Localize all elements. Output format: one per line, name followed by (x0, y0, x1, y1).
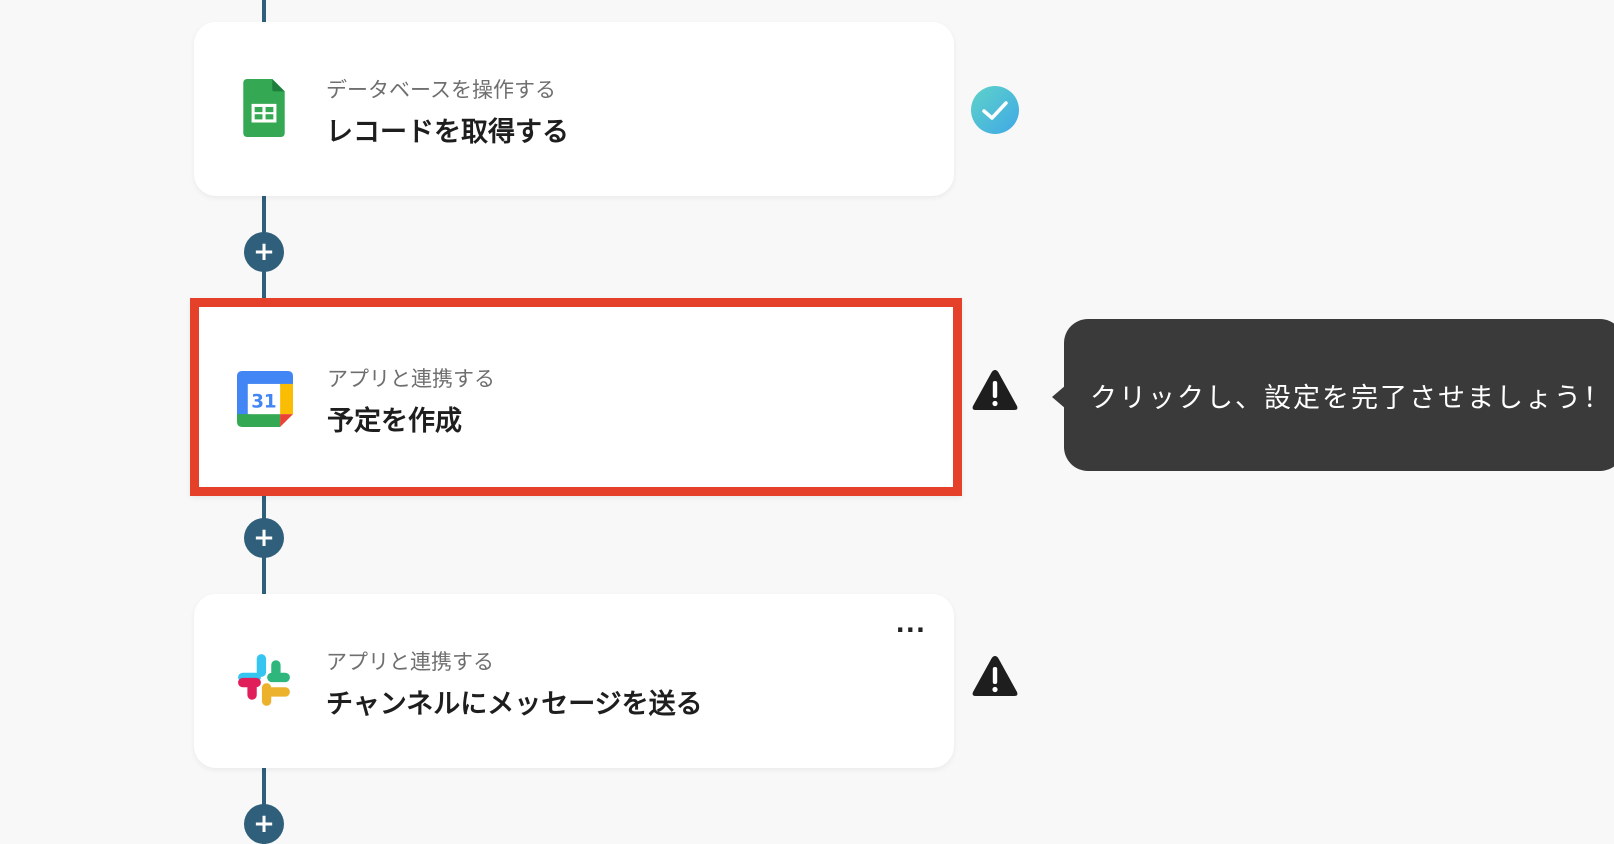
step-category-label: データベースを操作する (326, 78, 556, 102)
google-sheets-icon (243, 79, 285, 137)
flow-canvas: + + + データベースを操作する レコードを取得する 31 アプリと連携する … (0, 0, 1614, 844)
tooltip-text: クリックし、設定を完了させましょう！ (1090, 382, 1612, 414)
step-card-get-records[interactable]: データベースを操作する レコードを取得する (194, 22, 954, 196)
step-category-label: アプリと連携する (326, 650, 494, 674)
warning-icon (972, 656, 1018, 696)
step-title: チャンネルにメッセージを送る (326, 689, 703, 720)
step-title: レコードを取得する (326, 117, 569, 148)
add-step-button[interactable]: + (244, 804, 284, 844)
step-card-send-message[interactable]: アプリと連携する チャンネルにメッセージを送る ··· (194, 594, 954, 768)
check-icon (971, 86, 1019, 134)
add-step-button[interactable]: + (244, 518, 284, 558)
more-options-icon[interactable]: ··· (896, 616, 926, 644)
step-category-label: アプリと連携する (327, 367, 495, 391)
step-card-create-event[interactable]: 31 アプリと連携する 予定を作成 (190, 298, 962, 496)
flow-connector (262, 0, 266, 22)
guide-tooltip: クリックし、設定を完了させましょう！ (1064, 319, 1614, 471)
calendar-day-number: 31 (251, 392, 276, 413)
add-step-button[interactable]: + (244, 232, 284, 272)
warning-icon (972, 370, 1018, 410)
step-title: 予定を作成 (327, 406, 462, 437)
slack-icon (238, 654, 290, 706)
google-calendar-icon: 31 (237, 371, 293, 427)
